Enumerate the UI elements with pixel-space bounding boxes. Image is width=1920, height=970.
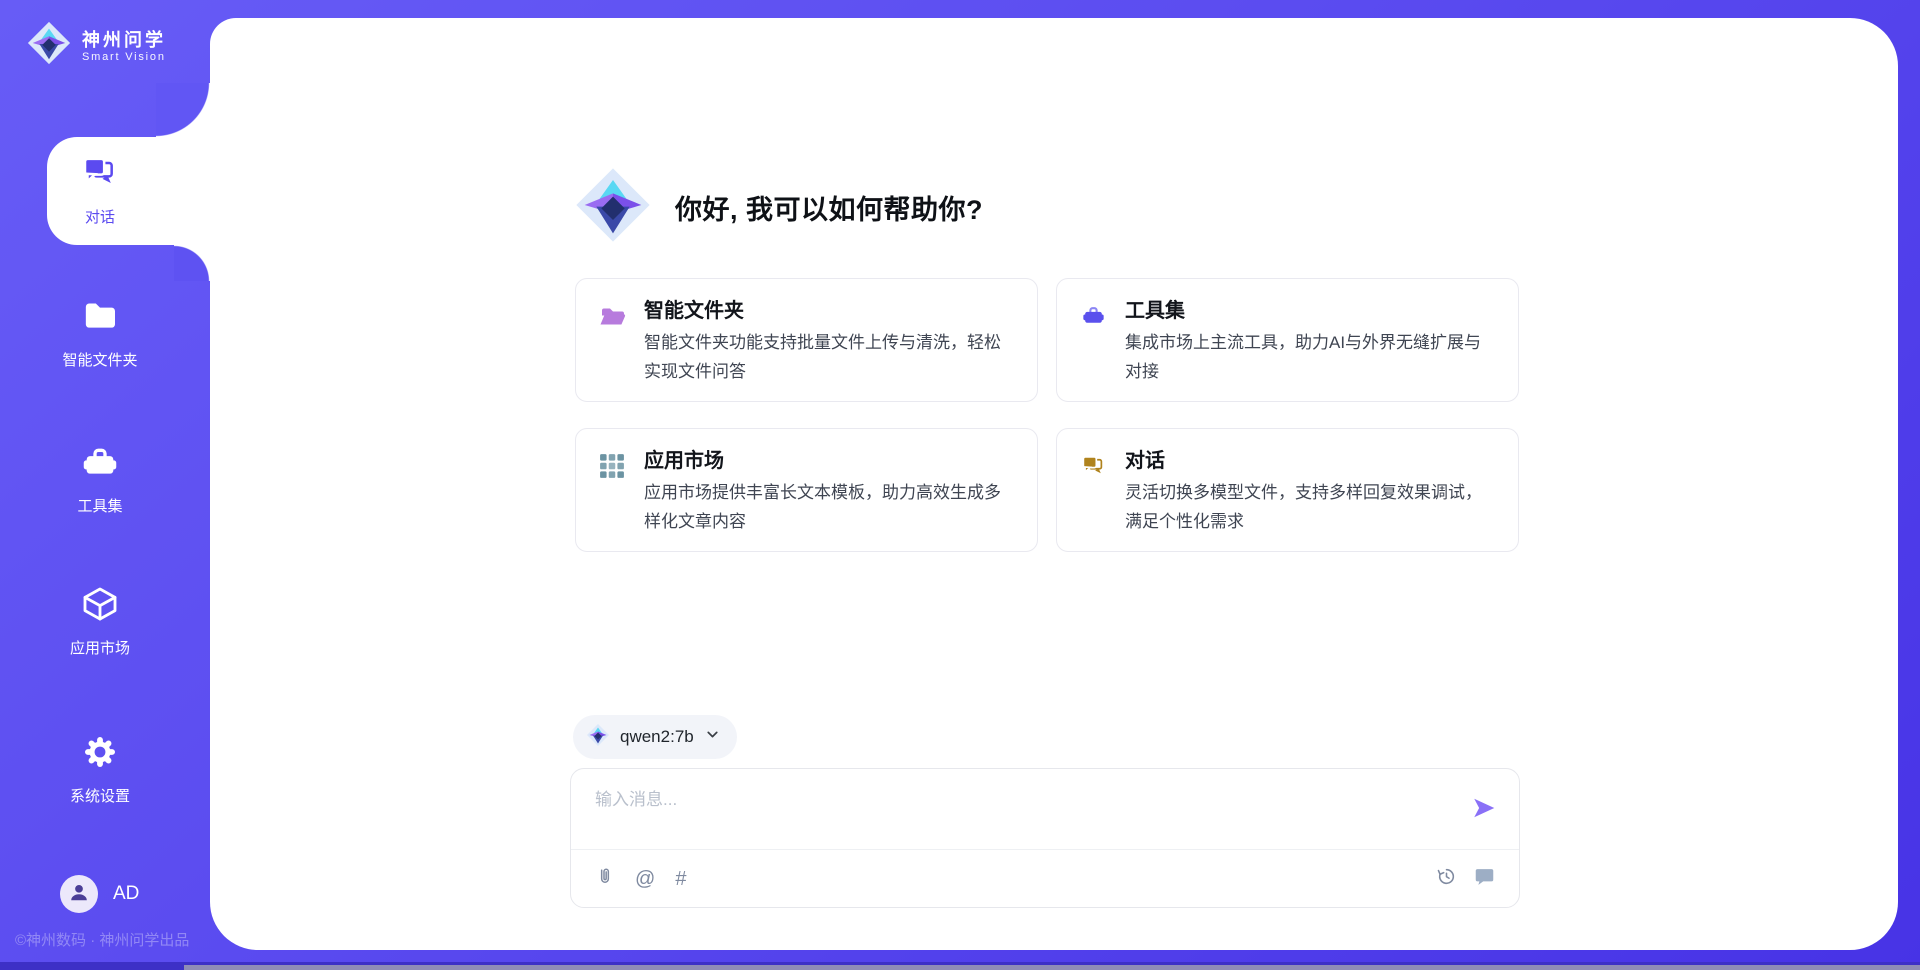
card-description: 智能文件夹功能支持批量文件上传与清洗，轻松实现文件问答 (644, 328, 1015, 386)
message-input[interactable] (593, 783, 1437, 845)
at-sign-icon: @ (635, 868, 655, 891)
sidebar-item-label: 智能文件夹 (0, 349, 200, 370)
comment-button[interactable] (1474, 866, 1495, 893)
sidebar-item-label: 系统设置 (0, 785, 200, 806)
paperclip-icon (595, 865, 615, 893)
message-composer: @ # (570, 768, 1520, 908)
chat-bubbles-icon (1080, 453, 1107, 485)
greeting: 你好, 我可以如何帮助你? (573, 165, 983, 250)
card-title: 应用市场 (644, 446, 1015, 476)
history-icon (1436, 866, 1457, 893)
tab-fillet-bottom (174, 245, 210, 281)
feature-cards: 智能文件夹 智能文件夹功能支持批量文件上传与清洗，轻松实现文件问答 工具集 集成… (575, 278, 1519, 552)
sidebar-item-smart-folder[interactable]: 智能文件夹 (0, 296, 200, 370)
card-description: 灵活切换多模型文件，支持多样回复效果调试，满足个性化需求 (1125, 478, 1496, 536)
chevron-down-icon (704, 726, 721, 748)
card-app-market[interactable]: 应用市场 应用市场提供丰富长文本模板，助力高效生成多样化文章内容 (575, 428, 1038, 552)
folder-icon (80, 323, 120, 340)
app-window: 神州问学 Smart Vision 对话 智能文件夹 (0, 0, 1920, 970)
card-description: 集成市场上主流工具，助力AI与外界无缝扩展与对接 (1125, 328, 1496, 386)
model-logo-icon (586, 723, 610, 752)
card-description: 应用市场提供丰富长文本模板，助力高效生成多样化文章内容 (644, 478, 1015, 536)
sidebar-item-label: 工具集 (0, 495, 200, 516)
send-icon (1471, 809, 1497, 824)
composer-toolbar: @ # (595, 850, 1495, 908)
user-initials: AD (113, 883, 139, 905)
cube-icon (80, 611, 120, 628)
sidebar-item-label: 对话 (0, 206, 200, 227)
app-logo-icon (26, 20, 72, 71)
card-smart-folder[interactable]: 智能文件夹 智能文件夹功能支持批量文件上传与清洗，轻松实现文件问答 (575, 278, 1038, 402)
sidebar-item-settings[interactable]: 系统设置 (0, 732, 200, 806)
history-button[interactable] (1436, 866, 1457, 893)
briefcase-icon (1080, 303, 1107, 333)
sidebar-item-app-market[interactable]: 应用市场 (0, 584, 200, 658)
brand: 神州问学 Smart Vision (26, 20, 166, 71)
grid-icon (599, 453, 625, 484)
model-name: qwen2:7b (620, 727, 694, 747)
card-title: 智能文件夹 (644, 296, 1015, 326)
card-title: 工具集 (1125, 296, 1496, 326)
send-button[interactable] (1471, 795, 1497, 821)
briefcase-icon (80, 469, 120, 486)
brand-title: 神州问学 (82, 29, 166, 51)
card-chat[interactable]: 对话 灵活切换多模型文件，支持多样回复效果调试，满足个性化需求 (1056, 428, 1519, 552)
comment-icon (1474, 866, 1495, 893)
folder-open-icon (599, 303, 627, 333)
sidebar-item-label: 应用市场 (0, 637, 200, 658)
hash-icon: # (675, 868, 686, 891)
sidebar-item-toolkit[interactable]: 工具集 (0, 442, 200, 516)
attach-file-button[interactable] (595, 865, 615, 893)
mention-button[interactable]: @ (635, 868, 655, 891)
person-icon (68, 881, 90, 908)
greeting-title: 你好, 我可以如何帮助你? (675, 188, 983, 227)
card-title: 对话 (1125, 446, 1496, 476)
tab-fillet-top (156, 83, 210, 137)
gear-icon (80, 759, 120, 776)
chat-bubbles-icon (80, 180, 120, 197)
avatar (60, 875, 98, 913)
sidebar-item-chat[interactable]: 对话 (0, 153, 200, 227)
hashtag-button[interactable]: # (675, 868, 686, 891)
sidebar-user[interactable]: AD (60, 875, 139, 913)
brand-subtitle: Smart Vision (82, 51, 166, 63)
window-bottom-edge-light (184, 965, 1920, 970)
model-selector[interactable]: qwen2:7b (573, 715, 737, 759)
card-toolkit[interactable]: 工具集 集成市场上主流工具，助力AI与外界无缝扩展与对接 (1056, 278, 1519, 402)
copyright-text: ©神州数码 · 神州问学出品 (15, 929, 189, 950)
greeting-logo-icon (573, 165, 653, 250)
